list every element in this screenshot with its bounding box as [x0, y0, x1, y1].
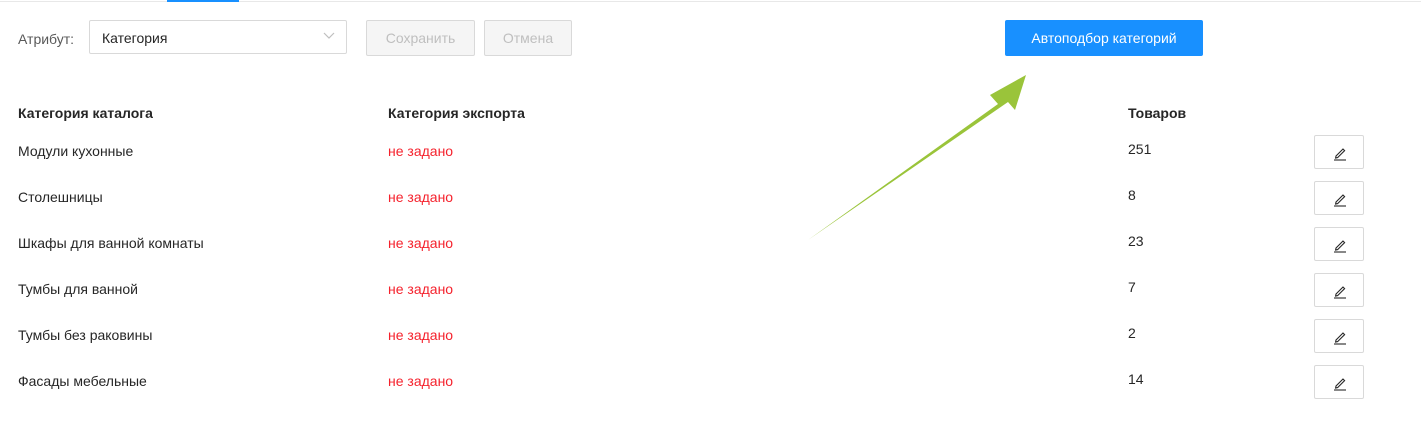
products-count-cell: 2 [1128, 325, 1136, 341]
products-count-cell: 251 [1128, 141, 1152, 157]
pencil-icon [1334, 240, 1346, 253]
catalog-category-cell: Столешницы [18, 189, 103, 205]
export-category-cell: не задано [388, 235, 454, 251]
attribute-select[interactable]: Категория [89, 20, 347, 54]
table-row: Шкафы для ванной комнаты не задано 23 [0, 227, 1421, 273]
table-row: Фасады мебельные не задано 14 [0, 365, 1421, 411]
table-row: Тумбы для ванной не задано 7 [0, 273, 1421, 319]
active-tab-indicator [167, 0, 239, 2]
products-count-cell: 23 [1128, 233, 1144, 249]
pencil-icon [1334, 378, 1346, 391]
export-category-cell: не задано [388, 281, 454, 297]
edit-row-button[interactable] [1314, 273, 1364, 307]
table-row: Столешницы не задано 8 [0, 181, 1421, 227]
column-header-catalog-category: Категория каталога [18, 105, 153, 121]
catalog-category-cell: Тумбы для ванной [18, 281, 138, 297]
edit-row-button[interactable] [1314, 227, 1364, 261]
cancel-button[interactable]: Отмена [484, 20, 572, 56]
export-category-cell: не задано [388, 373, 454, 389]
table-row: Модули кухонные не задано 251 [0, 135, 1421, 181]
pencil-icon [1334, 194, 1346, 207]
edit-row-button[interactable] [1314, 365, 1364, 399]
save-button[interactable]: Сохранить [366, 20, 475, 56]
attribute-select-value: Категория [102, 30, 168, 46]
column-header-export-category: Категория экспорта [388, 105, 525, 121]
chevron-down-icon [323, 32, 335, 39]
edit-row-button[interactable] [1314, 135, 1364, 169]
catalog-category-cell: Модули кухонные [18, 143, 134, 159]
products-count-cell: 7 [1128, 279, 1136, 295]
catalog-category-cell: Фасады мебельные [18, 373, 147, 389]
export-category-cell: не задано [388, 327, 454, 343]
pencil-icon [1334, 332, 1346, 345]
attribute-label: Атрибут: [18, 31, 75, 47]
export-category-cell: не задано [388, 189, 454, 205]
catalog-category-cell: Тумбы без раковины [18, 327, 153, 343]
column-header-products: Товаров [1128, 105, 1187, 121]
auto-select-categories-button[interactable]: Автоподбор категорий [1005, 20, 1203, 56]
products-count-cell: 14 [1128, 371, 1144, 387]
edit-row-button[interactable] [1314, 319, 1364, 353]
export-category-cell: не задано [388, 143, 454, 159]
pencil-icon [1334, 148, 1346, 161]
edit-row-button[interactable] [1314, 181, 1364, 215]
products-count-cell: 8 [1128, 187, 1136, 203]
catalog-category-cell: Шкафы для ванной комнаты [18, 235, 204, 251]
pencil-icon [1334, 286, 1346, 299]
table-row: Тумбы без раковины не задано 2 [0, 319, 1421, 365]
